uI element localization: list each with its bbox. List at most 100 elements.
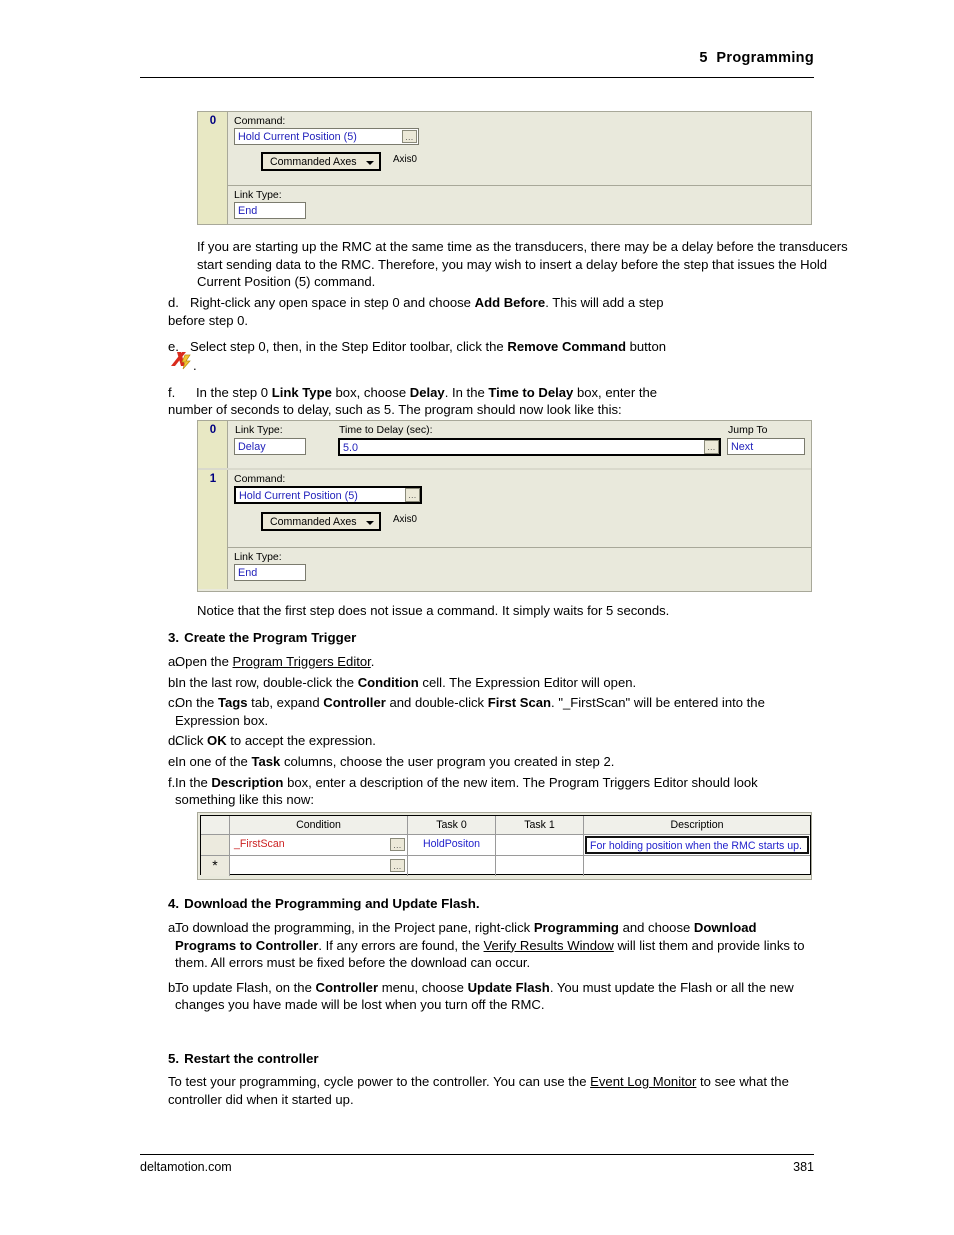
commanded-axes-dropdown[interactable]: Commanded Axes [261,152,381,171]
grid-header-condition[interactable]: Condition [230,816,408,835]
chapter-title: 5 Programming [699,50,814,66]
list-item-3d: d. Click OK to accept the expression. [140,732,814,750]
step-number: 0 [209,115,217,127]
task1-cell[interactable] [496,856,584,876]
link-type-label: Link Type: [235,424,283,436]
list-item-3f-text: In the Description box, enter a descript… [175,774,758,808]
row-selector-cell[interactable] [201,835,230,856]
ellipsis-button-icon[interactable]: ... [390,859,405,872]
list-marker-3c: c. [168,695,179,711]
list-item-3c: c. On the Tags tab, expand Controller an… [140,694,814,729]
jump-to-field[interactable]: Next [727,438,805,455]
paragraph-rmc-delay-text: If you are starting up the RMC at the sa… [197,239,848,290]
program-triggers-grid[interactable]: Condition Task 0 Task 1 Description _Fir… [197,812,812,880]
jump-to-label: Jump To [728,424,768,436]
list-item-4a-text: To download the programming, in the Proj… [175,920,805,971]
chevron-down-icon[interactable] [365,161,374,165]
list-item-3b: b. In the last row, double-click the Con… [140,674,814,692]
step-number-column: 0 [198,421,228,468]
list-item-f: f. In the step 0 Link Type box, choose D… [140,384,814,419]
link-event-log-monitor[interactable]: Event Log Monitor [590,1074,696,1089]
step-block-0[interactable]: 0 Command: Hold Current Position (5) ...… [198,112,811,224]
command-section: Command: Hold Current Position (5) ... C… [228,470,811,548]
section-5-title: Restart the controller [184,1051,319,1066]
new-row-star-icon[interactable]: * [201,856,230,876]
time-to-delay-value: 5.0 [343,442,359,454]
grid-header-task1[interactable]: Task 1 [496,816,584,835]
list-item-3c-text: On the Tags tab, expand Controller and d… [175,695,765,728]
description-cell[interactable] [584,856,810,876]
section-3-number: 3. [168,630,180,645]
step-number-column: 1 [198,470,228,589]
list-marker-f: f. [168,384,176,400]
link-type-value-text: End [238,567,258,579]
command-value-field[interactable]: Hold Current Position (5) ... [234,128,419,145]
grid-header-task0[interactable]: Task 0 [408,816,496,835]
time-to-delay-group: Time to Delay (sec): 5.0 ... [338,424,721,456]
list-item-3e: e. In one of the Task columns, choose th… [140,753,814,771]
condition-cell[interactable]: ... [230,856,408,876]
remove-command-sentence-period: . [193,358,197,373]
task1-cell[interactable] [496,835,584,856]
steps-list-2: d. Right-click any open space in step 0 … [140,294,814,419]
section-4-title: Download the Programming and Update Flas… [184,896,480,911]
step-block-delay-0[interactable]: 0 Link Type: Delay Time to Delay (sec): … [198,421,811,470]
step-number: 1 [209,473,217,485]
command-section: Command: Hold Current Position (5) ... C… [228,112,811,186]
delay-section: Link Type: Delay Time to Delay (sec): 5.… [228,421,811,468]
link-type-section: Link Type: End [228,548,811,587]
step-editor-figure-1: 0 Command: Hold Current Position (5) ...… [197,111,812,225]
condition-value: _FirstScan [234,838,285,850]
step-block-command-1[interactable]: 1 Command: Hold Current Position (5) ...… [198,470,811,589]
chevron-down-icon[interactable] [365,521,374,525]
list-item-3d-text: Click OK to accept the expression. [175,733,376,749]
list-item-3f: f. In the Description box, enter a descr… [140,774,814,809]
grid-header-row: Condition Task 0 Task 1 Description [201,816,810,835]
command-value-field[interactable]: Hold Current Position (5) ... [234,486,422,504]
link-type-section: Link Type: End [228,186,811,223]
link-type-value-field[interactable]: End [234,564,306,581]
list-marker-3a: a. [168,654,179,669]
table-row[interactable]: _FirstScan ... HoldPositon For holding p… [201,835,810,856]
paragraph-notice-text: Notice that the first step does not issu… [197,603,670,618]
section-4-heading: 4. Download the Programming and Update Fl… [168,895,814,913]
step-body: Command: Hold Current Position (5) ... C… [228,470,811,587]
ellipsis-button-icon[interactable]: ... [390,838,405,851]
task0-cell[interactable]: HoldPositon [408,835,496,856]
link-type-value-field[interactable]: End [234,202,306,219]
ellipsis-button-icon[interactable]: ... [704,440,719,454]
list-item-d-text: Right-click any open space in step 0 and… [168,295,664,328]
link-verify-results-window[interactable]: Verify Results Window [484,938,614,953]
link-type-value-field[interactable]: Delay [234,438,306,455]
link-type-value-text: Delay [238,441,266,453]
list-marker-4a: a. [168,920,179,935]
commanded-axes-dropdown[interactable]: Commanded Axes [261,512,381,531]
task0-value: HoldPositon [422,838,481,850]
list-marker-4b: b. [168,979,179,995]
axis-label: Axis0 [393,154,417,165]
footer-site[interactable]: deltamotion.com [140,1160,232,1174]
remove-command-icon-svg [171,352,191,370]
grid-header-description[interactable]: Description [584,816,810,835]
step-number-column: 0 [198,112,228,224]
step-number: 0 [209,424,217,436]
description-cell[interactable]: For holding position when the RMC starts… [584,835,810,856]
table-row-new[interactable]: * ... [201,856,810,876]
section-4-list: a. To download the programming, in the P… [140,919,814,1014]
section-4: 4. Download the Programming and Update Fl… [140,895,814,1014]
jump-to-value: Next [731,441,754,453]
command-label: Command: [234,115,286,127]
ellipsis-button-icon[interactable]: ... [402,130,417,143]
list-item-3e-text: In one of the Task columns, choose the u… [175,753,615,769]
link-program-triggers-editor[interactable]: Program Triggers Editor [233,654,371,669]
link-type-label: Link Type: [234,551,282,563]
ellipsis-button-icon[interactable]: ... [405,488,420,502]
section-5: 5. Restart the controller To test your pr… [140,1050,814,1108]
step-body: Command: Hold Current Position (5) ... C… [228,112,811,223]
condition-cell[interactable]: _FirstScan ... [230,835,408,856]
time-to-delay-field[interactable]: 5.0 ... [338,438,721,456]
list-item-3b-text: In the last row, double-click the Condit… [175,674,637,690]
task0-cell[interactable] [408,856,496,876]
list-item-3a-text: Open the Program Triggers Editor. [175,654,375,669]
description-value[interactable]: For holding position when the RMC starts… [585,836,809,854]
